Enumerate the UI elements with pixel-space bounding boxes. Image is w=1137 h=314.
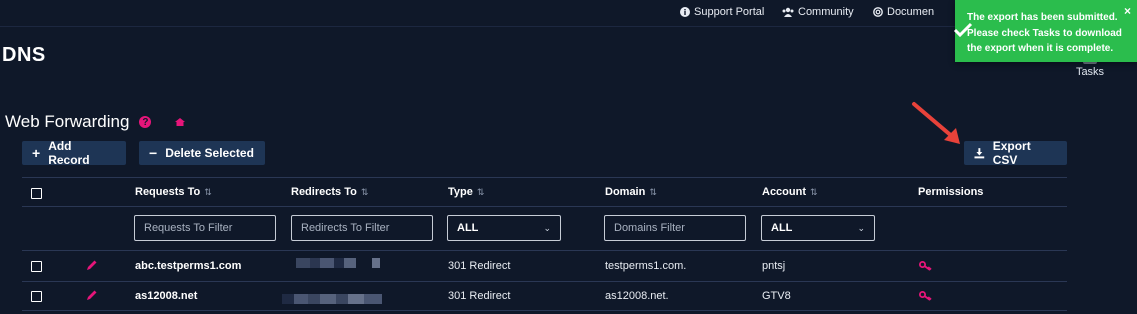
- row-checkbox[interactable]: [31, 261, 42, 272]
- account-cell: GTV8: [762, 290, 791, 302]
- requests-to-filter-input[interactable]: [134, 215, 276, 241]
- community-link[interactable]: Community: [782, 6, 854, 18]
- lifebuoy-icon: [873, 7, 883, 17]
- export-csv-button[interactable]: Export CSV: [964, 139, 1067, 167]
- export-csv-label: Export CSV: [992, 139, 1031, 167]
- type-cell: 301 Redirect: [448, 290, 511, 302]
- header-label: Domain: [605, 186, 646, 198]
- minus-icon: −: [149, 145, 158, 161]
- toast-close-icon[interactable]: ×: [1124, 4, 1131, 18]
- section-title-label: Web Forwarding: [5, 112, 130, 131]
- home-icon[interactable]: [175, 117, 186, 127]
- chevron-down-icon: ⌄: [857, 222, 865, 233]
- download-icon: [974, 147, 985, 158]
- domain-cell: testperms1.com.: [605, 260, 687, 272]
- support-portal-label: Support Portal: [694, 6, 765, 18]
- header-label: Permissions: [918, 186, 984, 198]
- account-filter-value: ALL: [771, 222, 793, 234]
- sort-icon: ⇅: [810, 186, 818, 197]
- sort-icon: ⇅: [360, 186, 369, 197]
- header-permissions: Permissions: [918, 186, 983, 198]
- chevron-down-icon: ⌄: [543, 222, 551, 233]
- header-requests-to[interactable]: Requests To ⇅: [135, 186, 212, 198]
- add-record-button[interactable]: + Add Record: [22, 139, 126, 167]
- account-cell: pntsj: [762, 260, 786, 272]
- header-domain[interactable]: Domain ⇅: [605, 186, 657, 198]
- header-redirects-to[interactable]: Redirects To ⇅: [291, 186, 368, 198]
- delete-selected-label: Delete Selected: [165, 146, 254, 160]
- annotation-arrow-icon: [912, 102, 960, 144]
- documentation-label: Documen: [887, 6, 935, 18]
- support-portal-link[interactable]: Support Portal: [680, 6, 764, 18]
- header-label: Requests To: [135, 186, 201, 198]
- account-filter-select[interactable]: ALL ⌄: [761, 215, 875, 241]
- plus-icon: +: [32, 145, 41, 161]
- page-title: DNS: [2, 44, 46, 66]
- header-label: Type: [448, 186, 473, 198]
- filter-divider: [22, 250, 1067, 251]
- table-top-divider: [22, 177, 1067, 178]
- section-title: Web Forwarding ?: [5, 112, 186, 132]
- community-label: Community: [798, 6, 854, 18]
- redacted-redirect: [296, 255, 380, 268]
- info-icon: [680, 7, 690, 17]
- sort-icon: ⇅: [204, 186, 212, 197]
- export-toast: The export has been submitted. Please ch…: [953, 0, 1137, 62]
- edit-pencil-icon[interactable]: [86, 289, 98, 301]
- header-type[interactable]: Type ⇅: [448, 186, 484, 198]
- domain-cell: as12008.net.: [605, 290, 669, 302]
- domains-filter-input[interactable]: [604, 215, 746, 241]
- key-icon[interactable]: [919, 261, 933, 271]
- type-filter-select[interactable]: ALL ⌄: [447, 215, 561, 241]
- requests-to-cell: as12008.net: [135, 290, 198, 302]
- users-icon: [782, 7, 794, 17]
- header-account[interactable]: Account ⇅: [762, 186, 818, 198]
- row-divider: [22, 310, 1067, 311]
- redirects-to-filter-input[interactable]: [291, 215, 433, 241]
- type-filter-value: ALL: [457, 222, 479, 234]
- requests-to-cell: abc.testperms1.com: [135, 260, 242, 272]
- type-cell: 301 Redirect: [448, 260, 511, 272]
- toast-message: The export has been submitted. Please ch…: [967, 12, 1122, 54]
- redacted-redirect: [282, 291, 382, 304]
- sort-icon: ⇅: [649, 186, 657, 197]
- select-all-checkbox[interactable]: [31, 188, 42, 199]
- tasks-label: Tasks: [1075, 66, 1105, 78]
- edit-pencil-icon[interactable]: [86, 259, 98, 271]
- sort-icon: ⇅: [476, 186, 485, 197]
- header-divider: [22, 206, 1067, 207]
- documentation-link[interactable]: Documen: [873, 6, 934, 18]
- header-label: Account: [762, 186, 806, 198]
- header-label: Redirects To: [291, 186, 357, 198]
- delete-selected-button[interactable]: − Delete Selected: [139, 141, 265, 165]
- key-icon[interactable]: [919, 291, 933, 301]
- row-checkbox[interactable]: [31, 291, 42, 302]
- help-icon[interactable]: ?: [139, 116, 152, 128]
- add-record-label: Add Record: [48, 139, 90, 167]
- row-divider: [22, 281, 1067, 282]
